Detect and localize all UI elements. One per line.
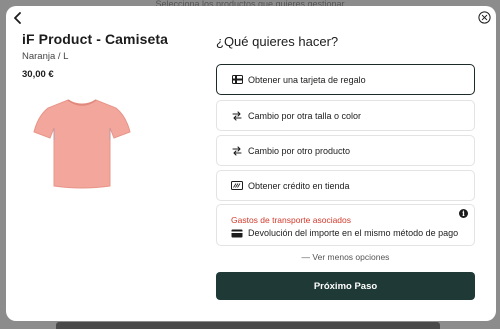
product-title: iF Product - Camiseta [22, 31, 169, 47]
option-label: Cambio por otra talla o color [248, 110, 362, 121]
option-gift-card[interactable]: Obtener una tarjeta de regalo [216, 64, 475, 95]
option-label: Obtener crédito en tienda [248, 180, 350, 191]
store-credit-icon [231, 180, 243, 192]
credit-card-icon [231, 227, 243, 239]
question-heading: ¿Qué quieres hacer? [216, 34, 339, 49]
shipping-cost-warning: Gastos de transporte asociados [231, 215, 352, 225]
exchange-arrows-icon [231, 110, 243, 122]
chevron-left-icon [14, 12, 21, 24]
close-icon [478, 11, 491, 24]
exchange-arrows-icon [231, 145, 243, 157]
close-button[interactable] [478, 11, 491, 24]
background-footer-bar [56, 322, 440, 329]
tshirt-icon [33, 99, 131, 189]
option-label: Obtener una tarjeta de regalo [248, 74, 366, 85]
product-price: 30,00 € [22, 69, 54, 80]
option-exchange-product[interactable]: Cambio por otro producto [216, 135, 475, 166]
option-label: Cambio por otro producto [248, 145, 351, 156]
gift-card-icon [231, 74, 243, 86]
next-step-button[interactable]: Próximo Paso [216, 272, 475, 300]
back-button[interactable] [10, 10, 26, 26]
show-less-options-link[interactable]: — Ver menos opciones [216, 252, 475, 262]
return-options-modal: iF Product - Camiseta Naranja / L 30,00 … [6, 6, 496, 321]
option-refund-original-payment[interactable]: Gastos de transporte asociados i Devoluc… [216, 204, 475, 246]
option-store-credit[interactable]: Obtener crédito en tienda [216, 170, 475, 201]
refund-row: Devolución del importe en el mismo métod… [231, 227, 458, 239]
product-variant: Naranja / L [22, 51, 69, 62]
info-icon[interactable]: i [459, 209, 468, 218]
option-exchange-size-color[interactable]: Cambio por otra talla o color [216, 100, 475, 131]
option-label: Devolución del importe en el mismo métod… [248, 228, 459, 238]
